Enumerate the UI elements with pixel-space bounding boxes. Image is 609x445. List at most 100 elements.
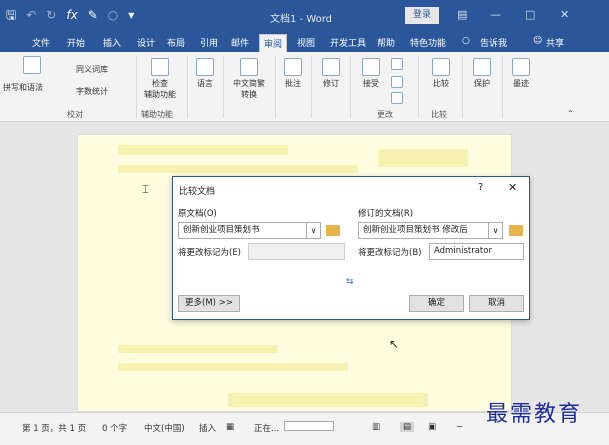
login-button[interactable]: 登录 [405, 7, 439, 24]
circle-icon[interactable]: ○ [108, 8, 118, 22]
protect-label: 保护 [474, 79, 490, 88]
share-button[interactable]: 共享 [546, 36, 564, 49]
tab-features[interactable]: 特色功能 [410, 36, 446, 49]
tab-help[interactable]: 帮助 [377, 36, 395, 49]
group-changes: 更改 [377, 110, 393, 119]
group-accessibility: 辅助功能 [141, 110, 173, 119]
focus-mode-icon[interactable]: ▥ [372, 422, 380, 432]
dialog-title: 比较文档 [179, 187, 216, 197]
compare-icon [432, 58, 450, 76]
browse-revised-button[interactable] [509, 225, 523, 237]
close-icon[interactable]: ✕ [560, 8, 569, 21]
tab-tell-me[interactable]: 告诉我 [480, 36, 507, 49]
comments-button[interactable]: 批注 [279, 58, 307, 89]
original-document-label: 原文档(O) [178, 209, 217, 219]
protect-button[interactable]: 保护 [468, 58, 496, 89]
tab-home[interactable]: 开始 [67, 36, 85, 49]
ink-button[interactable]: 墨迹 [507, 58, 535, 89]
separator [311, 56, 312, 118]
accessibility-check-button[interactable]: 检查 辅助功能 [140, 58, 180, 100]
web-layout-icon[interactable]: ▣ [428, 422, 436, 432]
ink-icon [512, 58, 530, 76]
compare-label: 比较 [433, 79, 449, 88]
original-mark-input[interactable] [248, 243, 345, 260]
chinese-conversion-button[interactable]: 中文简繁 转换 [227, 58, 271, 100]
swap-documents-icon[interactable]: ⇆ [346, 277, 354, 287]
accept-label: 接受 [363, 79, 379, 88]
next-change-button[interactable] [388, 92, 406, 106]
page-count[interactable]: 第 1 页，共 1 页 [22, 422, 86, 434]
tab-review[interactable]: 审阅 [259, 34, 288, 52]
redo-icon[interactable]: ↻ [46, 8, 56, 22]
tab-references[interactable]: 引用 [200, 36, 218, 49]
separator [223, 56, 224, 118]
separator [350, 56, 351, 118]
spelling-button[interactable] [18, 56, 46, 76]
close-button[interactable]: ✕ [508, 181, 517, 194]
revised-document-value: 创新创业项目策划书 修改后 [363, 225, 468, 235]
tab-file[interactable]: 文件 [32, 36, 50, 49]
ribbon-display-icon[interactable]: ▤ [457, 8, 467, 21]
reject-icon [391, 58, 403, 70]
save-icon[interactable]: 🖫 [6, 8, 16, 22]
undo-icon[interactable]: ↶ [26, 8, 36, 22]
revised-document-label: 修订的文档(R) [358, 209, 414, 219]
accept-icon [362, 58, 380, 76]
separator [418, 56, 419, 118]
chinese-conversion-icon [240, 58, 258, 76]
status-text: 正在... [254, 424, 280, 434]
print-layout-icon[interactable]: ▤ [400, 422, 415, 432]
help-button[interactable]: ? [478, 182, 483, 193]
tracking-label: 修订 [323, 79, 339, 88]
more-button[interactable]: 更多(M) >> [178, 295, 240, 312]
language-status[interactable]: 中文(中国) [144, 422, 185, 434]
word-count[interactable]: 0 个字 [102, 422, 127, 434]
tab-layout[interactable]: 布局 [167, 36, 185, 49]
group-compare: 比较 [431, 110, 447, 119]
faded-text [378, 149, 468, 167]
customize-icon[interactable]: ▾ [128, 8, 134, 22]
track-changes-button[interactable]: 修订 [317, 58, 345, 89]
macro-icon[interactable]: ▦ [226, 422, 234, 432]
thesaurus-button[interactable]: 同义词库 [76, 64, 131, 75]
previous-icon [391, 76, 403, 88]
revised-document-select[interactable]: 创新创业项目策划书 修改后 ∨ [358, 222, 503, 239]
tab-mailings[interactable]: 邮件 [231, 36, 249, 49]
text-cursor-icon: ⌶ [142, 182, 150, 196]
tab-developer[interactable]: 开发工具 [330, 36, 366, 49]
chevron-down-icon[interactable]: ∨ [306, 223, 320, 238]
reject-button[interactable] [388, 58, 406, 72]
ribbon-tabs: 文件 开始 插入 设计 布局 引用 邮件 审阅 视图 开发工具 帮助 特色功能 … [0, 32, 609, 52]
insert-mode[interactable]: 插入 [199, 422, 216, 434]
zoom-out-icon[interactable]: − [456, 422, 463, 432]
browse-original-button[interactable] [326, 225, 340, 237]
comment-icon [284, 58, 302, 76]
wordcount-button[interactable]: 字数统计 [76, 86, 131, 97]
compare-button[interactable]: 比较 [427, 58, 455, 89]
cancel-button[interactable]: 取消 [469, 295, 524, 312]
brush-icon[interactable]: ✎ [88, 8, 98, 22]
chevron-down-icon[interactable]: ∨ [488, 223, 502, 238]
separator [136, 56, 137, 118]
separator [502, 56, 503, 118]
revised-mark-input[interactable]: Administrator [429, 243, 524, 260]
original-document-select[interactable]: 创新创业项目策划书 ∨ [178, 222, 321, 239]
language-button[interactable]: 语言 [191, 58, 219, 89]
chinese-label: 中文简繁 [233, 79, 265, 88]
separator [275, 56, 276, 118]
ok-button[interactable]: 确定 [409, 295, 464, 312]
faded-text [228, 393, 428, 407]
maximize-icon[interactable]: □ [525, 8, 535, 21]
minimize-icon[interactable]: — [490, 8, 501, 21]
tab-design[interactable]: 设计 [137, 36, 155, 49]
collapse-ribbon-icon[interactable]: ⌃ [567, 108, 574, 119]
folder-icon [509, 225, 523, 236]
accept-button[interactable]: 接受 [357, 58, 385, 89]
tab-insert[interactable]: 插入 [103, 36, 121, 49]
title-bar: 🖫 ↶ ↻ fx ✎ ○ ▾ 文档1 - Word 登录 ▤ — □ ✕ [0, 0, 609, 32]
fx-icon[interactable]: fx [66, 8, 77, 22]
lightbulb-icon: ○ [462, 36, 470, 46]
tab-view[interactable]: 视图 [297, 36, 315, 49]
compare-documents-dialog: 比较文档 ? ✕ 原文档(O) 创新创业项目策划书 ∨ 将更改标记为(E) 修订… [172, 176, 530, 320]
previous-change-button[interactable] [388, 76, 406, 90]
